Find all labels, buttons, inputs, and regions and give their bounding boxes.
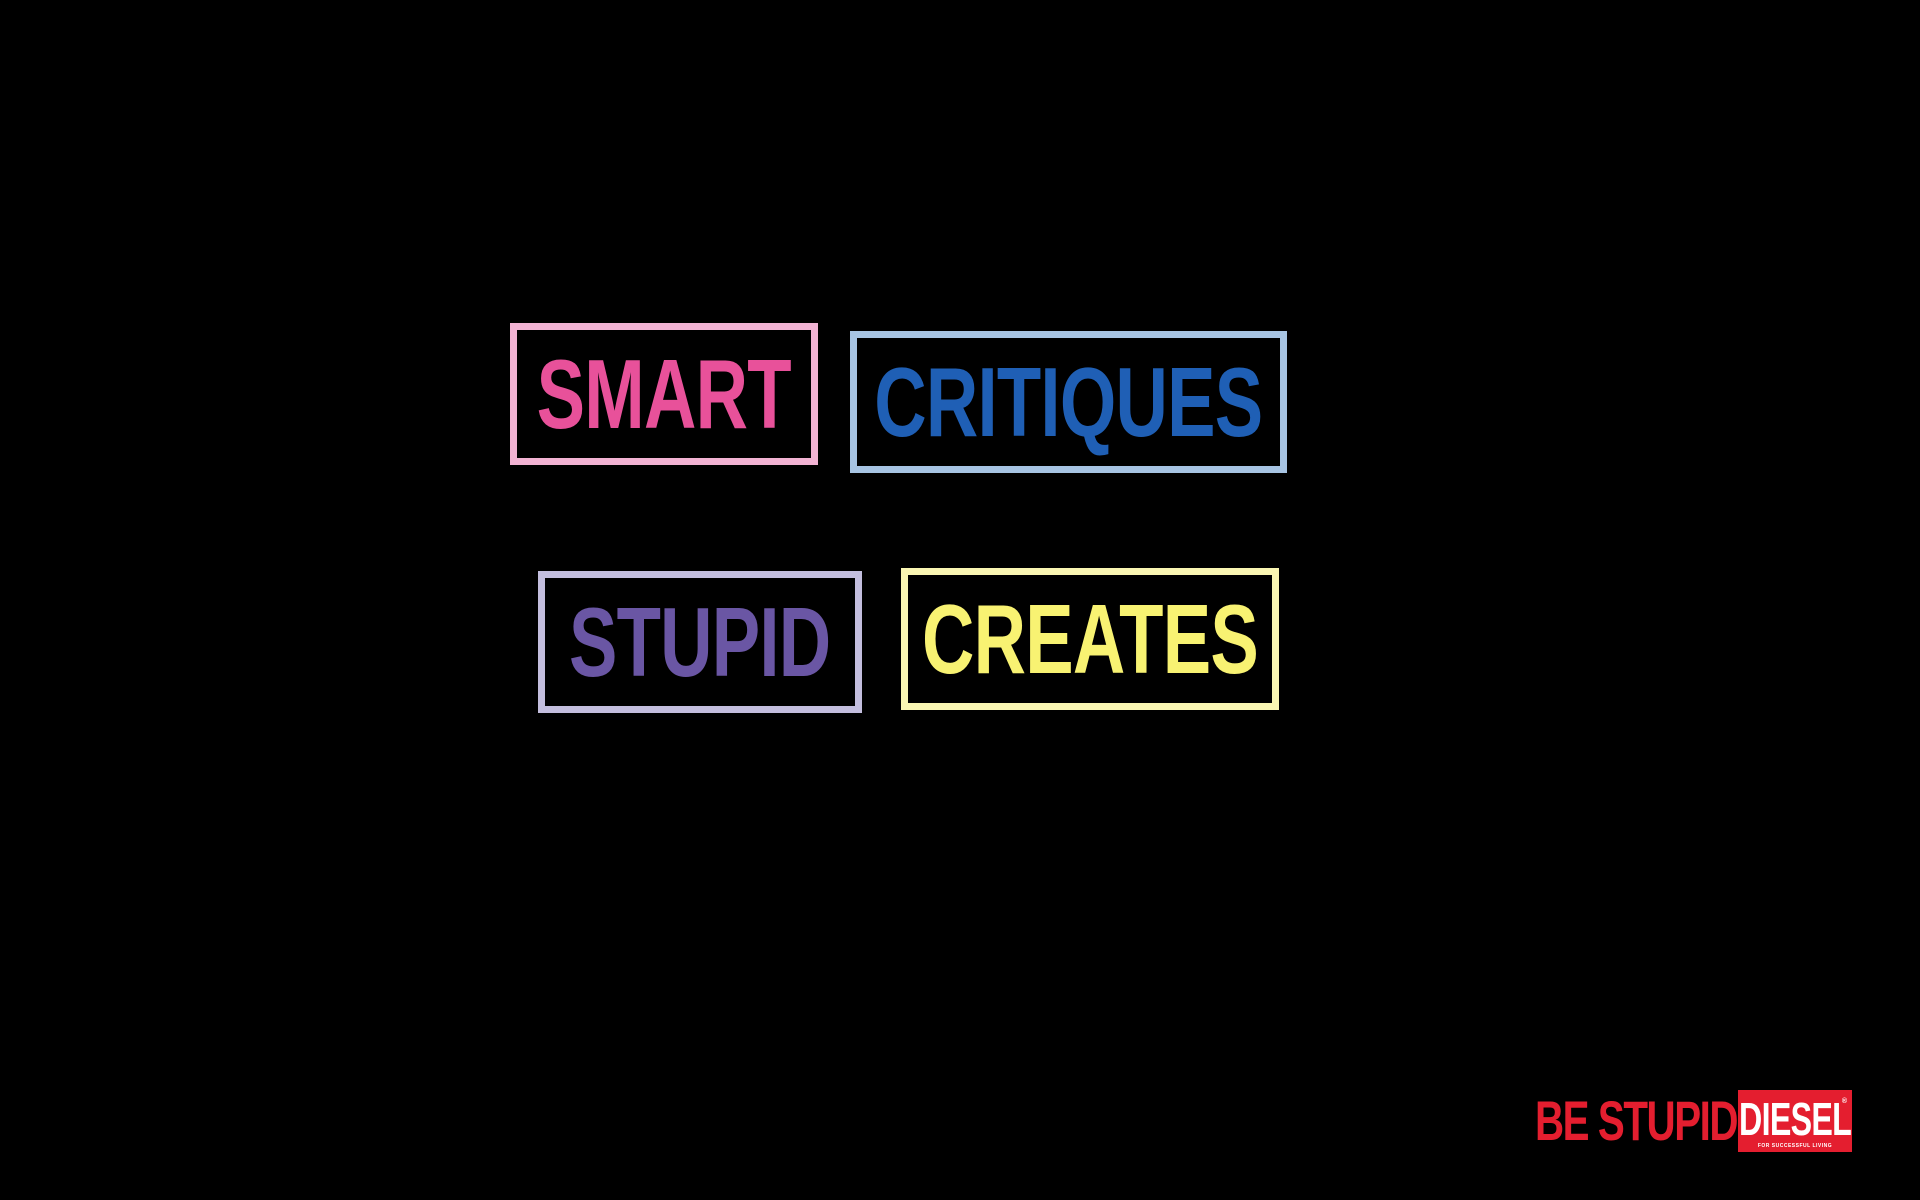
logo-wordmark: DIESEL xyxy=(1738,1092,1852,1145)
registered-mark-icon: ® xyxy=(1841,1098,1847,1105)
word-critiques: CRITIQUES xyxy=(874,347,1263,457)
brand-lockup: BE STUPID DIESEL FOR SUCCESSFUL LIVING ® xyxy=(1535,1089,1852,1152)
word-box-smart: SMART xyxy=(510,323,818,465)
ad-canvas: SMART CRITIQUES STUPID CREATES BE STUPID… xyxy=(0,0,1920,1200)
word-smart: SMART xyxy=(536,339,792,449)
word-box-critiques: CRITIQUES xyxy=(850,331,1287,473)
word-creates: CREATES xyxy=(922,584,1259,694)
word-stupid: STUPID xyxy=(569,587,831,697)
brand-tagline: BE STUPID xyxy=(1535,1089,1739,1152)
word-box-stupid: STUPID xyxy=(538,571,862,713)
word-box-creates: CREATES xyxy=(901,568,1279,710)
diesel-logo: DIESEL FOR SUCCESSFUL LIVING ® xyxy=(1738,1090,1852,1152)
